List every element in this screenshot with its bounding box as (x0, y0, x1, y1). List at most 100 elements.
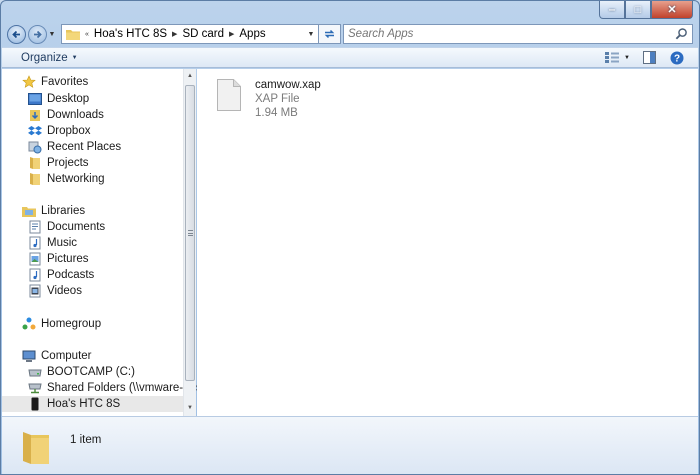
close-button[interactable]: ✕ (651, 1, 693, 19)
libraries-icon (22, 204, 36, 218)
search-icon[interactable] (674, 26, 689, 42)
address-row: ▼ « Hoa's HTC 8S ▶ SD card ▶ Apps ▼ (7, 23, 693, 45)
back-button[interactable] (7, 24, 26, 44)
change-view-button[interactable] (603, 50, 621, 66)
tree-label: Pictures (47, 253, 89, 265)
documents-icon (28, 220, 42, 234)
tree-label: Homegroup (41, 318, 102, 330)
forward-button[interactable] (28, 24, 47, 44)
tree-label: Libraries (41, 205, 86, 217)
scroll-thumb[interactable] (185, 85, 195, 381)
tree-libraries[interactable]: Libraries (2, 203, 183, 219)
refresh-button[interactable] (319, 24, 341, 44)
tree-label: Hoa's HTC 8S (47, 398, 121, 410)
tree-label: Recent Places (47, 141, 122, 153)
tree-label: Downloads (47, 109, 104, 121)
podcasts-icon (28, 268, 42, 282)
folder-icon (23, 431, 49, 464)
generic-file-icon (217, 79, 241, 111)
file-list-pane: camwow.xap XAP File 1.94 MB (197, 69, 698, 416)
network-drive-icon (28, 381, 42, 395)
forward-arrow-icon (34, 30, 42, 38)
organize-button[interactable]: Organize ▼ (21, 52, 78, 64)
address-overflow[interactable]: « (85, 31, 89, 38)
file-item[interactable]: camwow.xap XAP File 1.94 MB (217, 78, 321, 120)
explorer-window: ‒ □ ✕ ▼ « Hoa's HTC 8S ▶ SD card ▶ Apps … (0, 0, 700, 475)
maximize-button[interactable]: □ (625, 1, 651, 19)
folder-icon (66, 29, 80, 40)
tree-favorites[interactable]: Favorites (2, 74, 183, 90)
tree-label: Favorites (41, 76, 89, 88)
sidebar-item-music[interactable]: Music (2, 235, 183, 251)
drive-icon (28, 365, 42, 379)
close-icon: ✕ (667, 4, 677, 16)
caption-buttons: ‒ □ ✕ (599, 1, 693, 19)
sidebar-item-downloads[interactable]: Downloads (2, 107, 183, 123)
scroll-up-arrow-icon[interactable]: ▲ (184, 70, 196, 82)
tree-label: Music (47, 237, 78, 249)
desktop-icon (28, 92, 42, 106)
sidebar-item-pictures[interactable]: Pictures (2, 251, 183, 267)
sidebar-item-documents[interactable]: Documents (2, 219, 183, 235)
help-button[interactable]: ? (668, 50, 686, 66)
svg-text:?: ? (674, 53, 680, 64)
star-icon (22, 75, 36, 89)
sidebar-item-htc-8s[interactable]: Hoa's HTC 8S (2, 396, 183, 412)
sidebar-item-bootcamp[interactable]: BOOTCAMP (C:) (2, 364, 183, 380)
search-input[interactable] (348, 28, 674, 40)
tree-label: Videos (47, 285, 82, 297)
sidebar-item-videos[interactable]: Videos (2, 283, 183, 299)
sidebar-item-recent-places[interactable]: Recent Places (2, 139, 183, 155)
breadcrumb-device[interactable]: Hoa's HTC 8S (94, 28, 167, 40)
tree-label: BOOTCAMP (C:) (47, 366, 135, 378)
sidebar-item-podcasts[interactable]: Podcasts (2, 267, 183, 283)
back-arrow-icon (12, 30, 20, 38)
sidebar-item-dropbox[interactable]: Dropbox (2, 123, 183, 139)
tree-label: Dropbox (47, 125, 91, 137)
breadcrumb-apps[interactable]: Apps (239, 28, 265, 40)
breadcrumb-arrow-icon[interactable]: ▶ (229, 30, 234, 38)
file-name: camwow.xap (255, 79, 321, 91)
chevron-down-icon: ▼ (71, 55, 78, 61)
sidebar-item-desktop[interactable]: Desktop (2, 91, 183, 107)
file-size: 1.94 MB (255, 107, 298, 119)
sidebar-item-shared-folders[interactable]: Shared Folders (\\vmware-host) (Z:) (2, 380, 230, 396)
address-bar[interactable]: « Hoa's HTC 8S ▶ SD card ▶ Apps ▼ (61, 24, 319, 44)
recent-pages-dropdown[interactable]: ▼ (47, 31, 57, 38)
maximize-icon: □ (634, 3, 642, 16)
breadcrumb-sd-card[interactable]: SD card (182, 28, 224, 40)
videos-icon (28, 284, 42, 298)
tree-computer[interactable]: Computer (2, 348, 183, 364)
sidebar-item-networking[interactable]: Networking (2, 171, 183, 187)
file-type: XAP File (255, 93, 300, 105)
chevron-down-icon: ▼ (48, 30, 56, 38)
music-icon (28, 236, 42, 250)
view-dropdown-icon[interactable]: ▼ (624, 55, 630, 61)
dropbox-icon (28, 124, 42, 138)
tree-label: Projects (47, 157, 89, 169)
homegroup-icon (22, 317, 36, 331)
minimize-button[interactable]: ‒ (599, 1, 625, 19)
minimize-icon: ‒ (608, 3, 616, 16)
preview-pane-icon (642, 51, 656, 64)
preview-pane-button[interactable] (640, 50, 658, 66)
navigation-pane: Favorites Desktop Downloads Dropbox Rece… (2, 69, 230, 416)
navigation-scrollbar[interactable]: ▲ ▼ (183, 69, 196, 416)
details-pane: 1 item (2, 416, 698, 474)
tree-label: Computer (41, 350, 92, 362)
tree-label: Desktop (47, 93, 90, 105)
refresh-icon (324, 29, 335, 39)
tree-label: Networking (47, 173, 105, 185)
sidebar-item-projects[interactable]: Projects (2, 155, 183, 171)
item-count: 1 item (70, 433, 102, 446)
tree-label: Documents (47, 221, 106, 233)
recent-places-icon (28, 140, 42, 154)
tree-homegroup[interactable]: Homegroup (2, 316, 183, 332)
breadcrumb-arrow-icon[interactable]: ▶ (172, 30, 177, 38)
address-dropdown-icon[interactable]: ▼ (304, 31, 318, 38)
folder-icon (28, 172, 42, 186)
phone-icon (28, 397, 42, 411)
pictures-icon (28, 252, 42, 266)
command-bar: Organize ▼ ▼ ? (2, 47, 698, 68)
scroll-down-arrow-icon[interactable]: ▼ (184, 402, 196, 414)
